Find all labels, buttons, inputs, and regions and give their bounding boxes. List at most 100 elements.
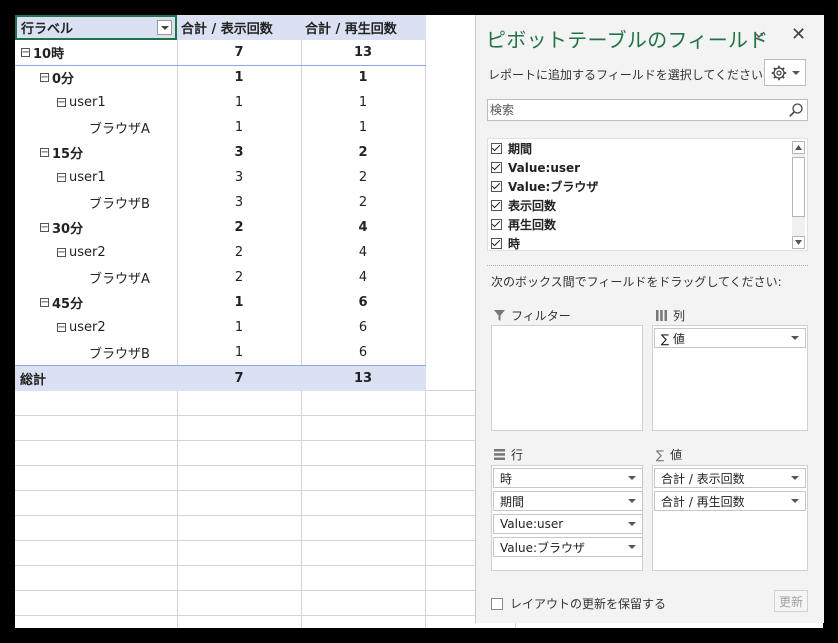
- columns-drop-area[interactable]: ∑ 値: [652, 325, 808, 431]
- table-row[interactable]: ブラウザA 1 1: [15, 115, 426, 140]
- rows-icon: [494, 449, 505, 460]
- values-drop-area[interactable]: 合計 / 表示回数 合計 / 再生回数: [652, 465, 808, 571]
- row-label-cell[interactable]: 行ラベル: [15, 15, 177, 40]
- row-label: ブラウザA: [89, 272, 150, 287]
- chevron-down-icon[interactable]: [754, 30, 764, 40]
- checkbox[interactable]: [491, 219, 502, 230]
- row-label: user1: [69, 95, 106, 110]
- col-header-views[interactable]: 合計 / 表示回数: [177, 15, 301, 40]
- chevron-down-icon[interactable]: [628, 545, 636, 549]
- field-item[interactable]: 期間: [491, 139, 532, 158]
- field-label: 時: [508, 237, 521, 251]
- value-field-chip[interactable]: 合計 / 表示回数: [654, 468, 806, 488]
- table-row[interactable]: −30分 2 4: [15, 215, 426, 240]
- value-cell: 3: [234, 195, 244, 210]
- value-cell: 2: [358, 195, 368, 210]
- filter-dropdown-icon[interactable]: [157, 20, 172, 35]
- field-item[interactable]: 表示回数: [491, 196, 556, 215]
- value-cell: 1: [234, 320, 244, 335]
- sigma-icon: ∑: [661, 331, 670, 346]
- values-chip[interactable]: ∑ 値: [654, 328, 806, 348]
- columns-icon: [656, 310, 667, 321]
- row-label: user2: [69, 245, 106, 260]
- update-button[interactable]: 更新: [774, 590, 808, 612]
- rows-drop-area[interactable]: 時 期間 Value:user Value:ブラウザ: [491, 465, 643, 571]
- row-field-chip[interactable]: 期間: [493, 491, 643, 511]
- row-label: ブラウザB: [89, 347, 150, 362]
- scroll-thumb[interactable]: [792, 157, 805, 217]
- field-label: 期間: [508, 142, 533, 156]
- checkbox[interactable]: [491, 200, 502, 211]
- collapse-icon[interactable]: −: [57, 248, 66, 258]
- checkbox[interactable]: [491, 181, 502, 192]
- field-label: Value:ブラウザ: [508, 180, 599, 194]
- row-field-chip[interactable]: Value:ブラウザ: [493, 537, 643, 557]
- collapse-icon[interactable]: −: [40, 223, 49, 233]
- chevron-down-icon[interactable]: [791, 336, 799, 340]
- table-row[interactable]: −45分 1 6: [15, 290, 426, 315]
- collapse-icon[interactable]: −: [57, 173, 66, 183]
- filter-icon: [494, 310, 505, 321]
- search-box[interactable]: [487, 99, 808, 121]
- chevron-down-icon[interactable]: [628, 522, 636, 526]
- checkbox[interactable]: [491, 143, 502, 154]
- search-input[interactable]: [490, 101, 780, 119]
- row-field-chip[interactable]: Value:user: [493, 514, 643, 534]
- table-row[interactable]: − user1 1 1: [15, 90, 426, 115]
- defer-checkbox[interactable]: [491, 597, 503, 610]
- collapse-icon[interactable]: −: [40, 298, 49, 308]
- chevron-down-icon[interactable]: [628, 476, 636, 480]
- chevron-down-icon[interactable]: [791, 476, 799, 480]
- value-cell: 6: [358, 320, 368, 335]
- value-cell: 7: [234, 371, 244, 386]
- tools-button[interactable]: [764, 59, 806, 86]
- row-label: 0分: [52, 72, 75, 87]
- table-row[interactable]: − user2 1 6: [15, 315, 426, 340]
- chip-label: 期間: [500, 494, 525, 509]
- field-label: Value:user: [508, 160, 581, 175]
- collapse-icon[interactable]: −: [21, 48, 30, 58]
- field-item[interactable]: 時: [491, 234, 520, 253]
- value-field-chip[interactable]: 合計 / 再生回数: [654, 491, 806, 511]
- field-item[interactable]: Value:user: [491, 158, 580, 177]
- row-label: user2: [69, 320, 106, 335]
- table-row[interactable]: −10時 7 13: [15, 40, 426, 66]
- checkbox[interactable]: [491, 238, 502, 249]
- table-row[interactable]: −15分 3 2: [15, 140, 426, 165]
- collapse-icon[interactable]: −: [57, 98, 66, 108]
- search-icon[interactable]: [788, 102, 804, 118]
- checkbox[interactable]: [491, 162, 502, 173]
- value-cell: 1: [234, 345, 244, 360]
- scroll-up-icon[interactable]: [792, 141, 805, 154]
- value-cell: 3: [234, 170, 244, 185]
- collapse-icon[interactable]: −: [40, 148, 49, 158]
- row-field-chip[interactable]: 時: [493, 468, 643, 488]
- pivot-fields-pane: ピボットテーブルのフィールド ✕ レポートに追加するフィールドを選択してください…: [475, 15, 824, 623]
- table-row[interactable]: − user1 3 2: [15, 165, 426, 190]
- table-row[interactable]: ブラウザB 1 6: [15, 340, 426, 365]
- filters-drop-area[interactable]: [491, 325, 643, 431]
- collapse-icon[interactable]: −: [57, 323, 66, 333]
- scroll-down-icon[interactable]: [792, 236, 805, 249]
- chip-label: 時: [500, 471, 513, 486]
- defer-update-option[interactable]: レイアウトの更新を保留する: [491, 595, 666, 612]
- value-cell: 1: [234, 95, 244, 110]
- table-row[interactable]: ブラウザA 2 4: [15, 265, 426, 290]
- chevron-down-icon[interactable]: [628, 499, 636, 503]
- table-row[interactable]: − user2 2 4: [15, 240, 426, 265]
- chip-label: 合計 / 再生回数: [661, 494, 745, 509]
- chevron-down-icon[interactable]: [791, 499, 799, 503]
- field-item[interactable]: 再生回数: [491, 215, 556, 234]
- collapse-icon[interactable]: −: [40, 73, 49, 83]
- value-cell: 2: [358, 145, 368, 160]
- field-item[interactable]: Value:ブラウザ: [491, 177, 598, 196]
- grand-total-row[interactable]: 総計 7 13: [15, 365, 426, 391]
- close-icon[interactable]: ✕: [791, 25, 806, 45]
- columns-area-title: 列: [656, 307, 685, 324]
- col-header-plays[interactable]: 合計 / 再生回数: [301, 15, 425, 40]
- table-row[interactable]: ブラウザB 3 2: [15, 190, 426, 215]
- scrollbar[interactable]: [792, 141, 805, 249]
- value-cell: 4: [358, 245, 368, 260]
- row-label: 45分: [52, 297, 84, 312]
- table-row[interactable]: −0分 1 1: [15, 65, 426, 90]
